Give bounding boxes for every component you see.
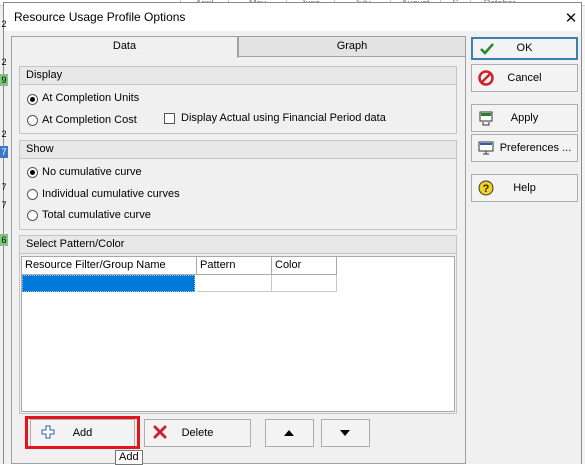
add-tooltip: Add — [115, 450, 143, 465]
row-number: 7 — [1, 182, 7, 192]
title-bar: Resource Usage Profile Options ✕ — [4, 3, 581, 31]
radio-label: At Completion Units — [42, 92, 140, 104]
checkbox-label: Display Actual using Financial Period da… — [181, 112, 386, 124]
apply-button-label: Apply — [510, 112, 539, 124]
help-button-label: Help — [513, 182, 536, 194]
tab-data[interactable]: Data — [11, 36, 238, 58]
apply-button[interactable]: Apply — [471, 104, 578, 132]
ok-button-label: OK — [516, 42, 533, 54]
preferences-button-label: Preferences ... — [499, 142, 572, 154]
radio-label: Individual cumulative curves — [42, 188, 180, 200]
pattern-heading: Select Pattern/Color — [20, 236, 456, 254]
display-heading: Display — [20, 67, 456, 85]
move-up-button[interactable] — [265, 419, 314, 447]
radio-at-completion-units[interactable] — [27, 94, 38, 105]
row-number: 9 — [0, 74, 8, 86]
table-row-color-cell[interactable] — [272, 275, 337, 292]
table-row-pattern-cell[interactable] — [197, 275, 272, 292]
column-header-filter[interactable]: Resource Filter/Group Name — [22, 257, 197, 275]
delete-button-label: Delete — [181, 427, 214, 439]
row-number: 2 — [1, 129, 7, 139]
show-group: Show No cumulative curve Individual cumu… — [19, 140, 457, 230]
cancel-button[interactable]: Cancel — [471, 64, 578, 92]
pattern-table[interactable]: Resource Filter/Group Name Pattern Color — [21, 256, 455, 412]
radio-no-cumulative[interactable] — [27, 167, 38, 178]
row-number: 6 — [0, 234, 8, 246]
show-heading: Show — [20, 141, 456, 159]
radio-individual-cumulative[interactable] — [27, 189, 38, 200]
arrow-up-icon — [282, 427, 298, 443]
column-header-color[interactable]: Color — [272, 257, 337, 275]
radio-label: No cumulative curve — [42, 166, 142, 178]
move-down-button[interactable] — [321, 419, 370, 447]
highlight-box — [25, 416, 140, 449]
ok-button[interactable]: OK — [471, 37, 578, 60]
display-actual-checkbox[interactable] — [164, 113, 175, 124]
dialog-title: Resource Usage Profile Options — [14, 10, 186, 24]
radio-at-completion-cost[interactable] — [27, 115, 38, 126]
radio-label: At Completion Cost — [42, 114, 137, 126]
help-button[interactable]: ? Help — [471, 174, 578, 202]
table-row-name-cell[interactable] — [22, 275, 195, 292]
preferences-button[interactable]: Preferences ... — [471, 134, 578, 162]
column-header-pattern[interactable]: Pattern — [197, 257, 272, 275]
row-number: 7 — [1, 200, 7, 210]
delete-button[interactable]: Delete — [144, 419, 251, 447]
row-number: 7 — [0, 146, 8, 158]
cancel-button-label: Cancel — [507, 72, 542, 84]
arrow-down-icon — [338, 427, 354, 443]
tab-graph[interactable]: Graph — [238, 36, 466, 57]
radio-total-cumulative[interactable] — [27, 210, 38, 221]
close-icon[interactable]: ✕ — [560, 9, 582, 29]
display-group: Display At Completion Units At Completio… — [19, 66, 457, 134]
radio-label: Total cumulative curve — [42, 209, 151, 221]
row-number: 2 — [1, 19, 7, 29]
row-number: 2 — [1, 57, 7, 67]
